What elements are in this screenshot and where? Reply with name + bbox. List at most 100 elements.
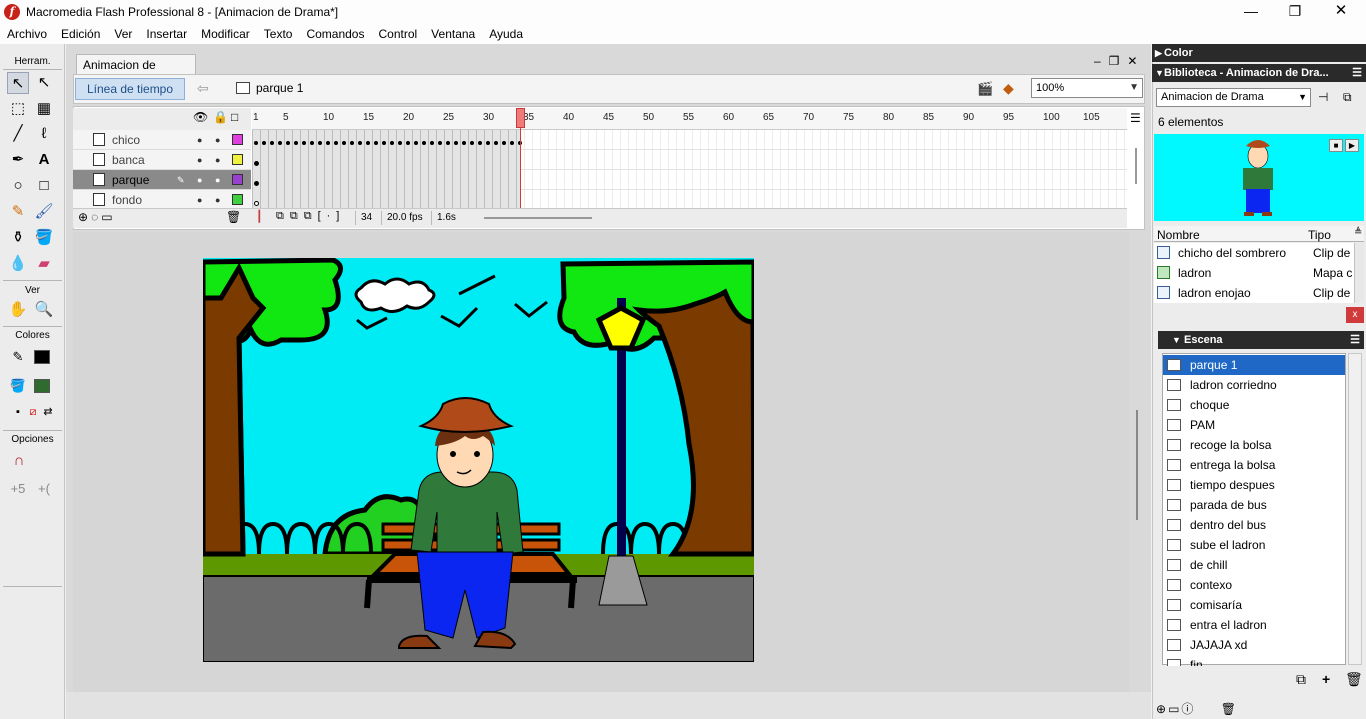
menu-ver[interactable]: Ver <box>107 24 139 44</box>
delete-scene-icon[interactable]: 🗑 <box>1345 671 1363 688</box>
close-panel-icon[interactable]: x <box>1346 307 1364 323</box>
add-scene-icon[interactable]: + <box>1322 671 1330 687</box>
visibility-dot[interactable]: ● <box>197 175 202 185</box>
library-document-select[interactable]: Animacion de Drama ▼ <box>1156 88 1311 107</box>
scene-item[interactable]: dentro del bus <box>1163 515 1345 535</box>
zoom-tool-icon[interactable]: 🔍 <box>33 299 55 321</box>
eyedropper-tool-icon[interactable]: 💧 <box>7 253 29 275</box>
column-type[interactable]: Tipo <box>1308 228 1331 242</box>
layer-buttons[interactable]: ⊕◌▭ <box>78 210 116 224</box>
playhead[interactable] <box>516 108 525 128</box>
scene-item[interactable]: entrega la bolsa <box>1163 455 1345 475</box>
close-button[interactable]: ✕ <box>1318 0 1364 24</box>
timeline-hscrollbar[interactable] <box>484 217 592 219</box>
stage-vscrollbar[interactable] <box>1136 410 1138 520</box>
layer-color-box[interactable] <box>232 174 243 185</box>
sort-order-icon[interactable]: ≜ <box>1354 227 1362 238</box>
minimize-button[interactable]: — <box>1228 0 1274 24</box>
scene-item[interactable]: tiempo despues <box>1163 475 1345 495</box>
lock-dot[interactable]: ● <box>215 195 220 205</box>
scene-panel-header[interactable]: ▼ Escena ☰ <box>1158 331 1364 349</box>
scene-item[interactable]: fin <box>1163 655 1345 666</box>
scene-item[interactable]: PAM <box>1163 415 1345 435</box>
add-guide-layer-icon[interactable]: ◌ <box>91 210 101 224</box>
menu-ayuda[interactable]: Ayuda <box>482 24 530 44</box>
timeline-vscrollbar[interactable] <box>1135 148 1137 184</box>
stroke-color-swatch[interactable] <box>34 350 50 364</box>
column-name[interactable]: Nombre <box>1157 228 1200 242</box>
menu-archivo[interactable]: Archivo <box>0 24 54 44</box>
timeline-menu-icon[interactable]: ☰ <box>1130 111 1141 125</box>
straighten-icon[interactable]: +( <box>33 478 55 500</box>
scene-item[interactable]: choque <box>1163 395 1345 415</box>
hand-tool-icon[interactable]: ✋ <box>7 299 29 321</box>
eye-icon[interactable]: 👁 <box>193 110 208 124</box>
menu-texto[interactable]: Texto <box>257 24 300 44</box>
properties-icon[interactable]: ⓘ <box>1181 702 1195 716</box>
add-layer-icon[interactable]: ⊕ <box>78 210 91 224</box>
lasso-tool-icon[interactable]: ℓ <box>33 123 55 145</box>
timeline-toggle-button[interactable]: Línea de tiempo <box>75 78 185 100</box>
edit-scene-icon[interactable]: 🎬 <box>977 81 993 97</box>
scene-item[interactable]: recoge la bolsa <box>1163 435 1345 455</box>
back-arrow-icon[interactable]: ⇦ <box>197 80 209 97</box>
paint-bucket-tool-icon[interactable]: 🪣 <box>33 227 55 249</box>
scene-item[interactable]: JAJAJA xd <box>1163 635 1345 655</box>
color-panel-header[interactable]: ▶ Color <box>1152 44 1366 62</box>
scene-vscrollbar[interactable] <box>1348 353 1362 665</box>
library-vscrollbar[interactable] <box>1354 243 1364 303</box>
maximize-button[interactable]: ❐ <box>1272 0 1318 24</box>
fill-color-swatch[interactable] <box>34 379 50 393</box>
oval-tool-icon[interactable]: ○ <box>7 175 29 197</box>
scene-item[interactable]: entra el ladron <box>1163 615 1345 635</box>
new-folder-icon[interactable]: ▭ <box>1168 702 1181 716</box>
ink-bottle-tool-icon[interactable]: ⚱ <box>7 227 29 249</box>
panel-menu-icon[interactable]: ☰ <box>1350 331 1360 349</box>
document-window-controls[interactable]: –❐✕ <box>1094 54 1146 68</box>
pin-library-icon[interactable]: ⊣ <box>1318 90 1328 104</box>
subselect-tool-icon[interactable]: ↖ <box>33 72 55 94</box>
onion-skin-icon[interactable]: ⧉ <box>276 210 290 222</box>
lock-dot[interactable]: ● <box>215 155 220 165</box>
visibility-dot[interactable]: ● <box>197 135 202 145</box>
scene-item[interactable]: comisaría <box>1163 595 1345 615</box>
layer-color-box[interactable] <box>232 134 243 145</box>
scene-breadcrumb[interactable]: parque 1 <box>256 81 303 95</box>
text-tool-icon[interactable]: A <box>33 149 55 171</box>
free-transform-tool-icon[interactable]: ⬚ <box>7 98 29 120</box>
library-item[interactable]: ladron Mapa c <box>1154 263 1354 283</box>
layer-row-fondo[interactable]: fondo ● ● <box>73 190 251 210</box>
library-item[interactable]: chicho del sombrero Clip de <box>1154 243 1354 263</box>
pen-tool-icon[interactable]: ✒ <box>7 149 29 171</box>
stop-preview-icon[interactable]: ■ <box>1329 139 1343 152</box>
onion-skin-buttons[interactable]: ⧉⧉⧉[·] <box>276 210 345 223</box>
menu-insertar[interactable]: Insertar <box>139 24 194 44</box>
lock-dot[interactable]: ● <box>215 135 220 145</box>
outline-icon[interactable]: □ <box>231 110 238 124</box>
new-symbol-icon[interactable]: ⊕ <box>1156 702 1168 716</box>
add-folder-icon[interactable]: ▭ <box>101 210 115 224</box>
scene-item[interactable]: de chill <box>1163 555 1345 575</box>
visibility-dot[interactable]: ● <box>197 155 202 165</box>
visibility-dot[interactable]: ● <box>197 195 202 205</box>
edit-symbol-icon[interactable]: ◆ <box>1003 80 1014 97</box>
menu-modificar[interactable]: Modificar <box>194 24 257 44</box>
scene-item[interactable]: contexo <box>1163 575 1345 595</box>
new-library-panel-icon[interactable]: ⧉ <box>1343 90 1352 105</box>
onion-markers-icon[interactable]: [·] <box>318 210 346 222</box>
edit-multiple-icon[interactable]: ⧉ <box>304 210 318 222</box>
lock-dot[interactable]: ● <box>215 175 220 185</box>
brush-tool-icon[interactable]: 🖌 <box>33 201 55 223</box>
eraser-tool-icon[interactable]: ▰ <box>33 253 55 275</box>
library-item[interactable]: ladron enojao Clip de <box>1154 283 1354 303</box>
rectangle-tool-icon[interactable]: □ <box>33 175 55 197</box>
arrow-tool-icon[interactable]: ↖ <box>7 72 29 94</box>
library-delete-icon[interactable]: 🗑 <box>1221 702 1238 716</box>
menu-control[interactable]: Control <box>371 24 424 44</box>
stage-scene[interactable] <box>203 258 754 662</box>
menu-comandos[interactable]: Comandos <box>299 24 371 44</box>
trash-icon[interactable]: 🗑 <box>226 210 241 224</box>
panel-menu-icon[interactable]: ☰ <box>1352 64 1362 82</box>
lock-icon[interactable]: 🔒 <box>213 110 228 124</box>
scene-item[interactable]: parada de bus <box>1163 495 1345 515</box>
